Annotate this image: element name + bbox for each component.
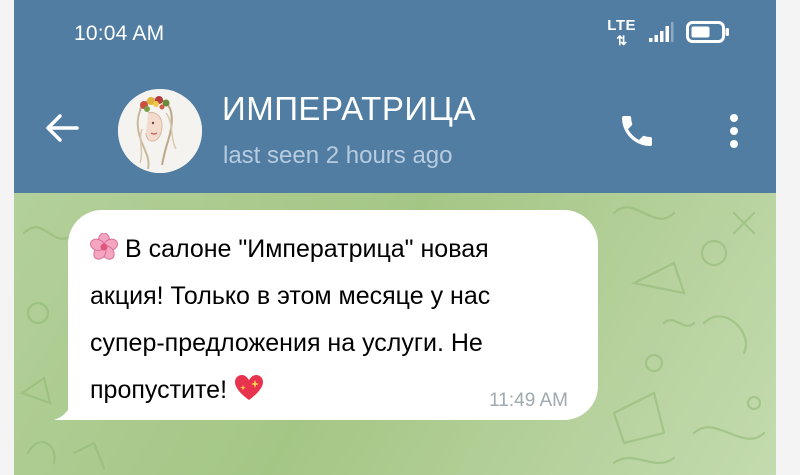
chat-header: ИМПЕРАТРИЦА last seen 2 hours ago [14, 70, 776, 193]
phone-screen: 10:04 AM LTE ⇅ ИМПЕРАТРИЦА last seen 2 h… [14, 0, 776, 475]
message-line-1: В салоне "Императрица" новая [124, 235, 489, 263]
chat-area[interactable]: В салоне "Императрица" новая акция! Толь… [14, 193, 776, 475]
message-line-3: супер-предложения на услуги. Не [90, 329, 483, 357]
message-time: 11:49 AM [489, 390, 568, 411]
cherry-blossom-icon [90, 233, 118, 260]
status-time: 10:04 AM [74, 22, 165, 45]
signal-bars-icon [649, 22, 674, 42]
battery-icon [686, 21, 729, 43]
last-seen-status: last seen 2 hours ago [223, 142, 453, 169]
more-vertical-icon [730, 114, 738, 148]
message-line-2: акция! Только в этом месяце у нас [90, 282, 491, 310]
back-button[interactable] [42, 108, 82, 148]
network-type-label: LTE [607, 16, 636, 34]
phone-icon [622, 116, 652, 146]
status-icons: LTE ⇅ [607, 14, 730, 50]
message-bubble[interactable]: В салоне "Императрица" новая акция! Толь… [68, 210, 598, 420]
status-bar: 10:04 AM LTE ⇅ [14, 0, 776, 70]
message-line-4: пропустите! [90, 376, 228, 404]
call-button[interactable] [614, 108, 660, 154]
network-indicator: LTE ⇅ [607, 18, 636, 47]
avatar[interactable] [118, 89, 202, 173]
message-text: В салоне "Императрица" новая акция! Толь… [90, 226, 570, 414]
arrow-left-icon [46, 114, 79, 142]
chat-title[interactable]: ИМПЕРАТРИЦА [222, 90, 476, 128]
sparkling-heart-icon [235, 375, 263, 400]
more-options-button[interactable] [714, 108, 754, 154]
data-activity-icon: ⇅ [616, 32, 628, 48]
avatar-illustration [118, 89, 202, 173]
